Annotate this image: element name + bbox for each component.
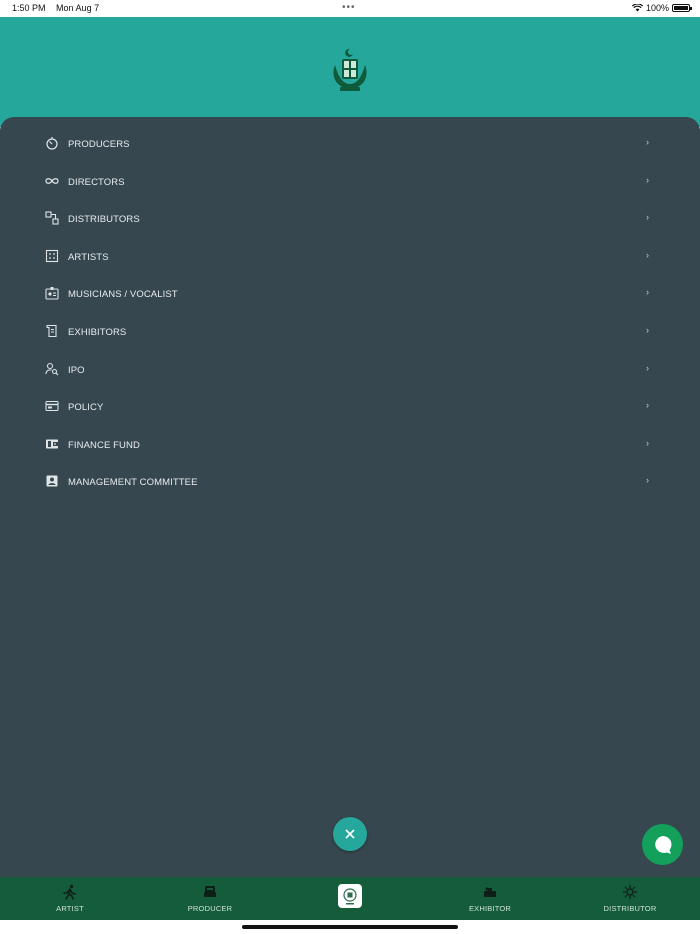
menu-item-exhibitors[interactable]: EXHIBITORS ›: [0, 313, 700, 351]
menu-item-producers[interactable]: PRODUCERS ›: [0, 125, 700, 163]
card-icon: [45, 399, 59, 413]
app-logo-icon: [338, 884, 362, 908]
menu-item-musicians-vocalist[interactable]: MUSICIANS / VOCALIST ›: [0, 275, 700, 313]
chevron-right-icon: ›: [646, 137, 649, 147]
tab-distributor[interactable]: DISTRIBUTOR: [560, 877, 700, 920]
menu-item-label: POLICY: [68, 402, 104, 414]
tab-label: PRODUCER: [187, 904, 233, 913]
person-search-icon: [45, 362, 59, 376]
menu-panel: PRODUCERS › DIRECTORS › DISTRIBUTORS › A…: [0, 117, 700, 877]
menu-item-distributors[interactable]: DISTRIBUTORS ›: [0, 200, 700, 238]
runner-icon: [63, 884, 76, 900]
tab-artist[interactable]: ARTIST: [0, 877, 140, 920]
status-time: 1:50 PM: [12, 3, 46, 13]
menu-item-label: DIRECTORS: [68, 176, 125, 188]
multitasking-dots-icon[interactable]: •••: [342, 2, 356, 13]
tab-producer[interactable]: PRODUCER: [140, 877, 280, 920]
infinity-icon: [45, 174, 59, 188]
tab-home-logo[interactable]: [280, 877, 420, 920]
chat-icon: [654, 835, 672, 854]
chevron-right-icon: ›: [646, 400, 649, 411]
menu-item-label: FINANCE FUND: [68, 439, 140, 451]
tab-label: DISTRIBUTOR: [603, 904, 657, 913]
distributor-icon: [623, 885, 637, 899]
battery-icon: [672, 4, 692, 12]
document-icon: [45, 324, 59, 338]
menu-item-management-committee[interactable]: MANAGEMENT COMMITTEE ›: [0, 463, 700, 501]
chevron-right-icon: ›: [646, 324, 649, 335]
menu-item-label: MUSICIANS / VOCALIST: [68, 289, 178, 301]
menu-item-policy[interactable]: POLICY ›: [0, 388, 700, 426]
status-date: Mon Aug 7: [56, 3, 100, 13]
state-emblem-icon: [333, 48, 367, 91]
chevron-right-icon: ›: [646, 287, 649, 298]
home-indicator-area: [0, 920, 700, 934]
chat-button[interactable]: [642, 824, 683, 865]
menu-item-artists[interactable]: ARTISTS ›: [0, 238, 700, 276]
menu-item-directors[interactable]: DIRECTORS ›: [0, 163, 700, 201]
header: [0, 17, 700, 127]
chevron-right-icon: ›: [646, 174, 649, 185]
chevron-right-icon: ›: [646, 249, 649, 260]
menu-item-label: ARTISTS: [68, 251, 109, 263]
bottom-tab-bar: ARTIST PRODUCER EXHIBITOR DISTRIBUTOR: [0, 877, 700, 920]
menu-item-label: MANAGEMENT COMMITTEE: [68, 477, 198, 489]
close-icon: [345, 829, 355, 839]
chevron-right-icon: ›: [646, 475, 649, 486]
producer-icon: [204, 886, 216, 897]
id-badge-icon: [45, 286, 59, 300]
menu-item-ipo[interactable]: IPO ›: [0, 351, 700, 389]
menu-item-label: IPO: [68, 364, 85, 376]
home-indicator[interactable]: [242, 925, 458, 929]
grid-icon: [45, 249, 59, 263]
menu-item-finance-fund[interactable]: FINANCE FUND ›: [0, 426, 700, 464]
timer-icon: [45, 136, 59, 150]
exhibitor-icon: [484, 887, 496, 897]
chevron-right-icon: ›: [646, 437, 649, 448]
battery-percent: 100%: [645, 3, 669, 13]
tab-label: EXHIBITOR: [468, 904, 512, 913]
close-menu-button[interactable]: [333, 817, 367, 851]
chevron-right-icon: ›: [646, 362, 649, 373]
chevron-right-icon: ›: [646, 212, 649, 223]
nodes-icon: [45, 211, 59, 225]
wallet-icon: [45, 437, 59, 451]
tab-label: ARTIST: [56, 904, 84, 913]
menu-list: PRODUCERS › DIRECTORS › DISTRIBUTORS › A…: [0, 125, 700, 501]
wifi-icon: [631, 4, 643, 12]
menu-item-label: EXHIBITORS: [68, 326, 127, 338]
status-bar: 1:50 PM Mon Aug 7 ••• 100%: [0, 0, 700, 17]
menu-item-label: DISTRIBUTORS: [68, 214, 140, 226]
menu-item-label: PRODUCERS: [68, 139, 130, 150]
tab-exhibitor[interactable]: EXHIBITOR: [420, 877, 560, 920]
contact-icon: [45, 474, 59, 488]
